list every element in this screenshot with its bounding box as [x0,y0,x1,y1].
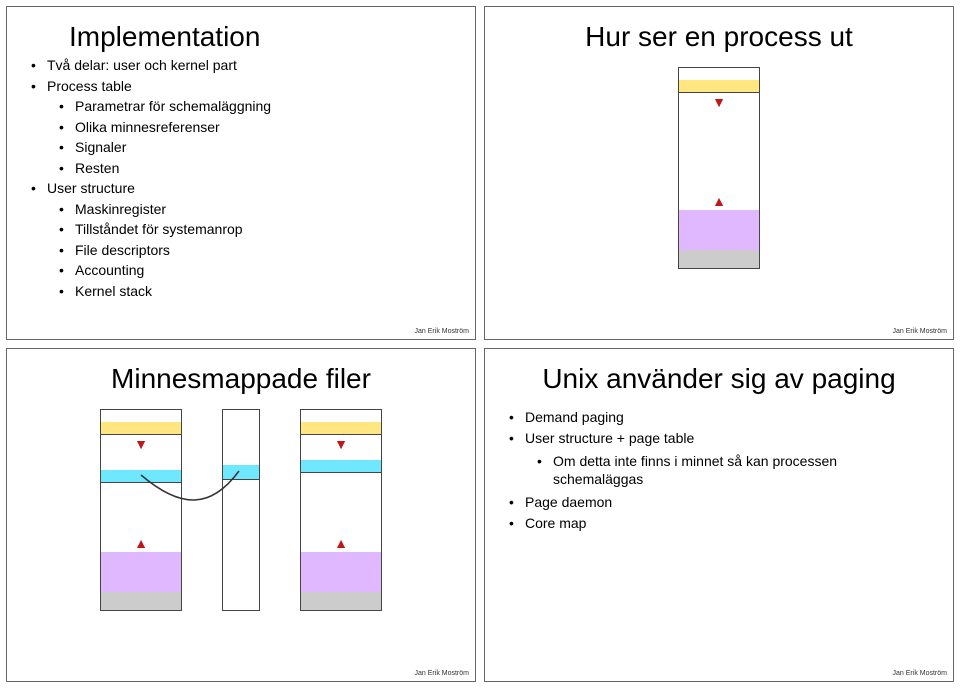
arrow-down-icon: ▼ [134,437,148,451]
list-text: Parametrar för schemaläggning [75,98,271,114]
slide-title: Hur ser en process ut [509,21,929,53]
slide-title: Minnesmappade filer [31,363,451,395]
slide-process-layout: Hur ser en process ut ▼ ▲ Jan Erik Mostr… [484,6,954,340]
memory-column-left: ▼ ▲ [100,409,182,611]
list-text: Demand paging [525,409,624,425]
author-label: Jan Erik Moström [415,328,469,335]
list-item: Kernel stack [59,283,451,301]
list-item: Olika minnesreferenser [59,119,451,137]
list-item: Accounting [59,262,451,280]
arrow-up-icon: ▲ [334,536,348,550]
segment-mmap [101,470,181,482]
list-text: Resten [75,160,119,176]
list-text: Två delar: user och kernel part [47,57,237,73]
segment-heap [301,552,381,592]
list-item: User structure + page table Om detta int… [509,430,929,489]
list-item: Tillståndet för systemanrop [59,221,451,239]
list-item: Parametrar för schemaläggning [59,98,451,116]
slide-implementation: Implementation Två delar: user och kerne… [6,6,476,340]
memory-column: ▼ ▲ [678,67,760,269]
bullet-list: Två delar: user och kernel part Process … [31,57,451,300]
segment-heap [679,210,759,250]
list-text: Signaler [75,139,126,155]
file-column [222,409,260,611]
arrow-up-icon: ▲ [712,194,726,208]
segment-stack [679,80,759,92]
list-item: Page daemon [509,494,929,512]
list-item: Signaler [59,139,451,157]
slide-title: Implementation [31,21,451,53]
list-text: User structure [47,180,135,196]
list-item: Om detta inte finns i minnet så kan proc… [537,453,929,488]
author-label: Jan Erik Moström [893,328,947,335]
memory-column-right: ▼ ▲ [300,409,382,611]
list-item: Core map [509,515,929,533]
list-text: Accounting [75,262,144,278]
segment-data [679,250,759,259]
bullet-list: Demand paging User structure + page tabl… [509,409,929,532]
author-label: Jan Erik Moström [893,670,947,677]
arrow-down-icon: ▼ [334,437,348,451]
list-text: Core map [525,515,586,531]
segment-text [101,601,181,610]
list-item: Process table Parametrar för schemaläggn… [31,78,451,178]
list-item: Resten [59,160,451,178]
list-text: Kernel stack [75,283,152,299]
slide-mmap-files: Minnesmappade filer ▼ ▲ [6,348,476,682]
list-text: Maskinregister [75,201,166,217]
slide-unix-paging: Unix använder sig av paging Demand pagin… [484,348,954,682]
mmap-diagram: ▼ ▲ ▼ ▲ [31,409,451,611]
segment-data [101,592,181,601]
list-text: File descriptors [75,242,170,258]
slide-title: Unix använder sig av paging [509,363,929,395]
list-item: Maskinregister [59,201,451,219]
memory-diagram: ▼ ▲ [509,67,929,269]
list-text: Page daemon [525,494,612,510]
segment-data [301,592,381,601]
segment-text [301,601,381,610]
list-item: User structure Maskinregister Tillstånde… [31,180,451,300]
segment-text [679,259,759,268]
list-item: File descriptors [59,242,451,260]
list-item: Demand paging [509,409,929,427]
list-item: Två delar: user och kernel part [31,57,451,75]
segment-stack [301,422,381,434]
list-text: Olika minnesreferenser [75,119,220,135]
author-label: Jan Erik Moström [415,670,469,677]
list-text: Tillståndet för systemanrop [75,221,243,237]
segment-stack [101,422,181,434]
segment-heap [101,552,181,592]
list-text: Process table [47,78,132,94]
arrow-up-icon: ▲ [134,536,148,550]
arrow-down-icon: ▼ [712,95,726,109]
list-text: Om detta inte finns i minnet så kan proc… [553,453,837,487]
file-segment [223,465,259,479]
segment-mmap [301,460,381,472]
list-text: User structure + page table [525,430,694,446]
